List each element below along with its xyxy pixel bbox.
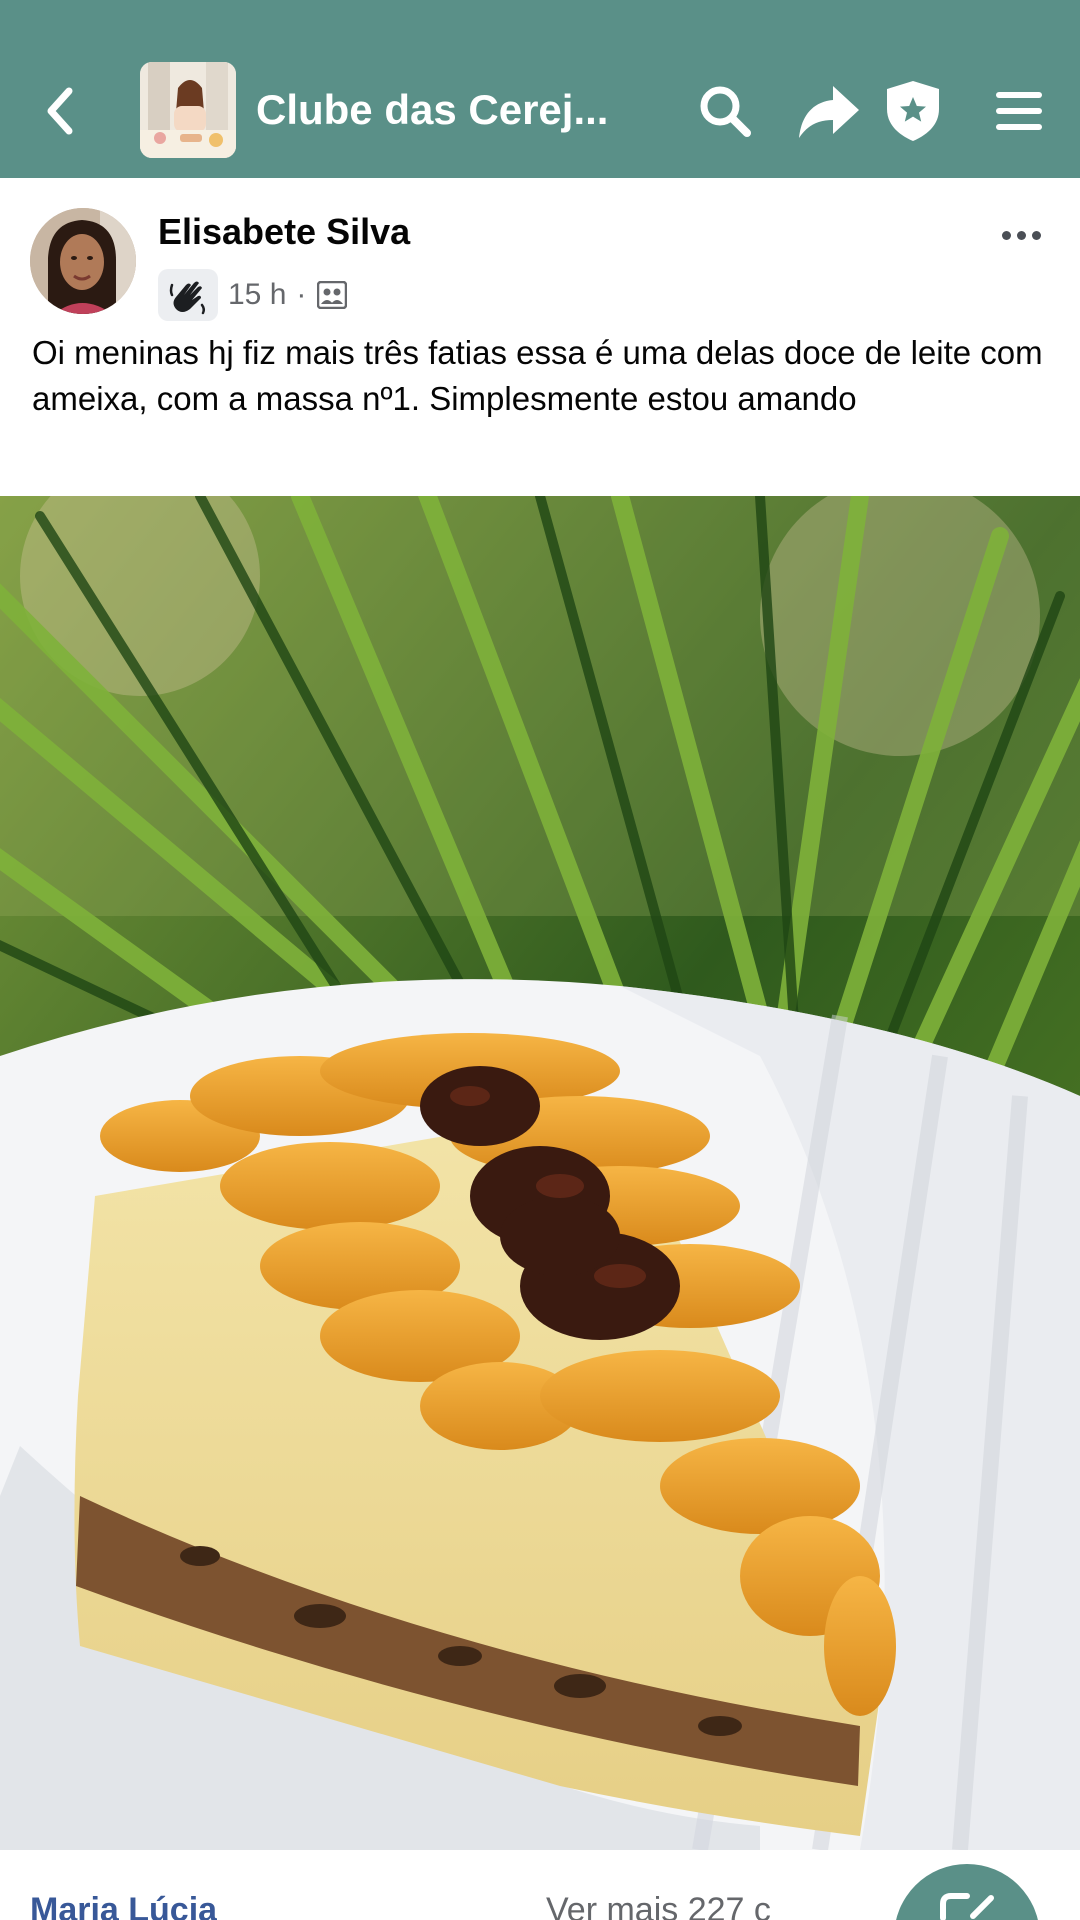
- shield-star-icon: [887, 81, 939, 141]
- post-text: Oi meninas hj fiz mais três fatias essa …: [32, 334, 1043, 417]
- admin-tools-button[interactable]: [880, 78, 946, 144]
- compose-icon: [940, 1893, 994, 1920]
- waving-hand-icon: [169, 281, 206, 315]
- reactions-bar: Maria Lúcia Ver mais 227 c: [0, 1850, 1080, 1920]
- search-icon: [700, 86, 751, 137]
- reactors-link[interactable]: Maria Lúcia: [30, 1888, 217, 1920]
- post-more-button[interactable]: [996, 220, 1046, 250]
- comments-count[interactable]: Ver mais 227 c: [546, 1888, 771, 1920]
- search-button[interactable]: [692, 78, 758, 144]
- group-avatar[interactable]: [140, 62, 236, 158]
- more-horizontal-icon: [1001, 230, 1011, 240]
- share-button[interactable]: [792, 78, 866, 144]
- author-name[interactable]: Elisabete Silva: [158, 210, 410, 254]
- back-button[interactable]: [36, 72, 84, 150]
- meta-separator: ·: [296, 278, 307, 311]
- member-badge[interactable]: [158, 269, 218, 321]
- post-time[interactable]: 15 h: [228, 275, 286, 315]
- hamburger-menu-icon: [996, 92, 1042, 130]
- compose-fab[interactable]: [894, 1864, 1040, 1920]
- post-photo[interactable]: [0, 496, 1080, 1850]
- share-arrow-icon: [799, 86, 859, 138]
- top-app-bar: Clube das Cerej...: [0, 0, 1080, 178]
- post-header: Elisabete Silva 15 h · Oi meninas hj fiz…: [0, 178, 1080, 496]
- author-avatar[interactable]: [30, 208, 136, 314]
- post-meta: 15 h ·: [158, 268, 348, 322]
- menu-button[interactable]: [990, 78, 1048, 144]
- chevron-left-icon: [47, 87, 73, 135]
- group-members-icon: [316, 279, 348, 311]
- group-title[interactable]: Clube das Cerej...: [256, 80, 646, 140]
